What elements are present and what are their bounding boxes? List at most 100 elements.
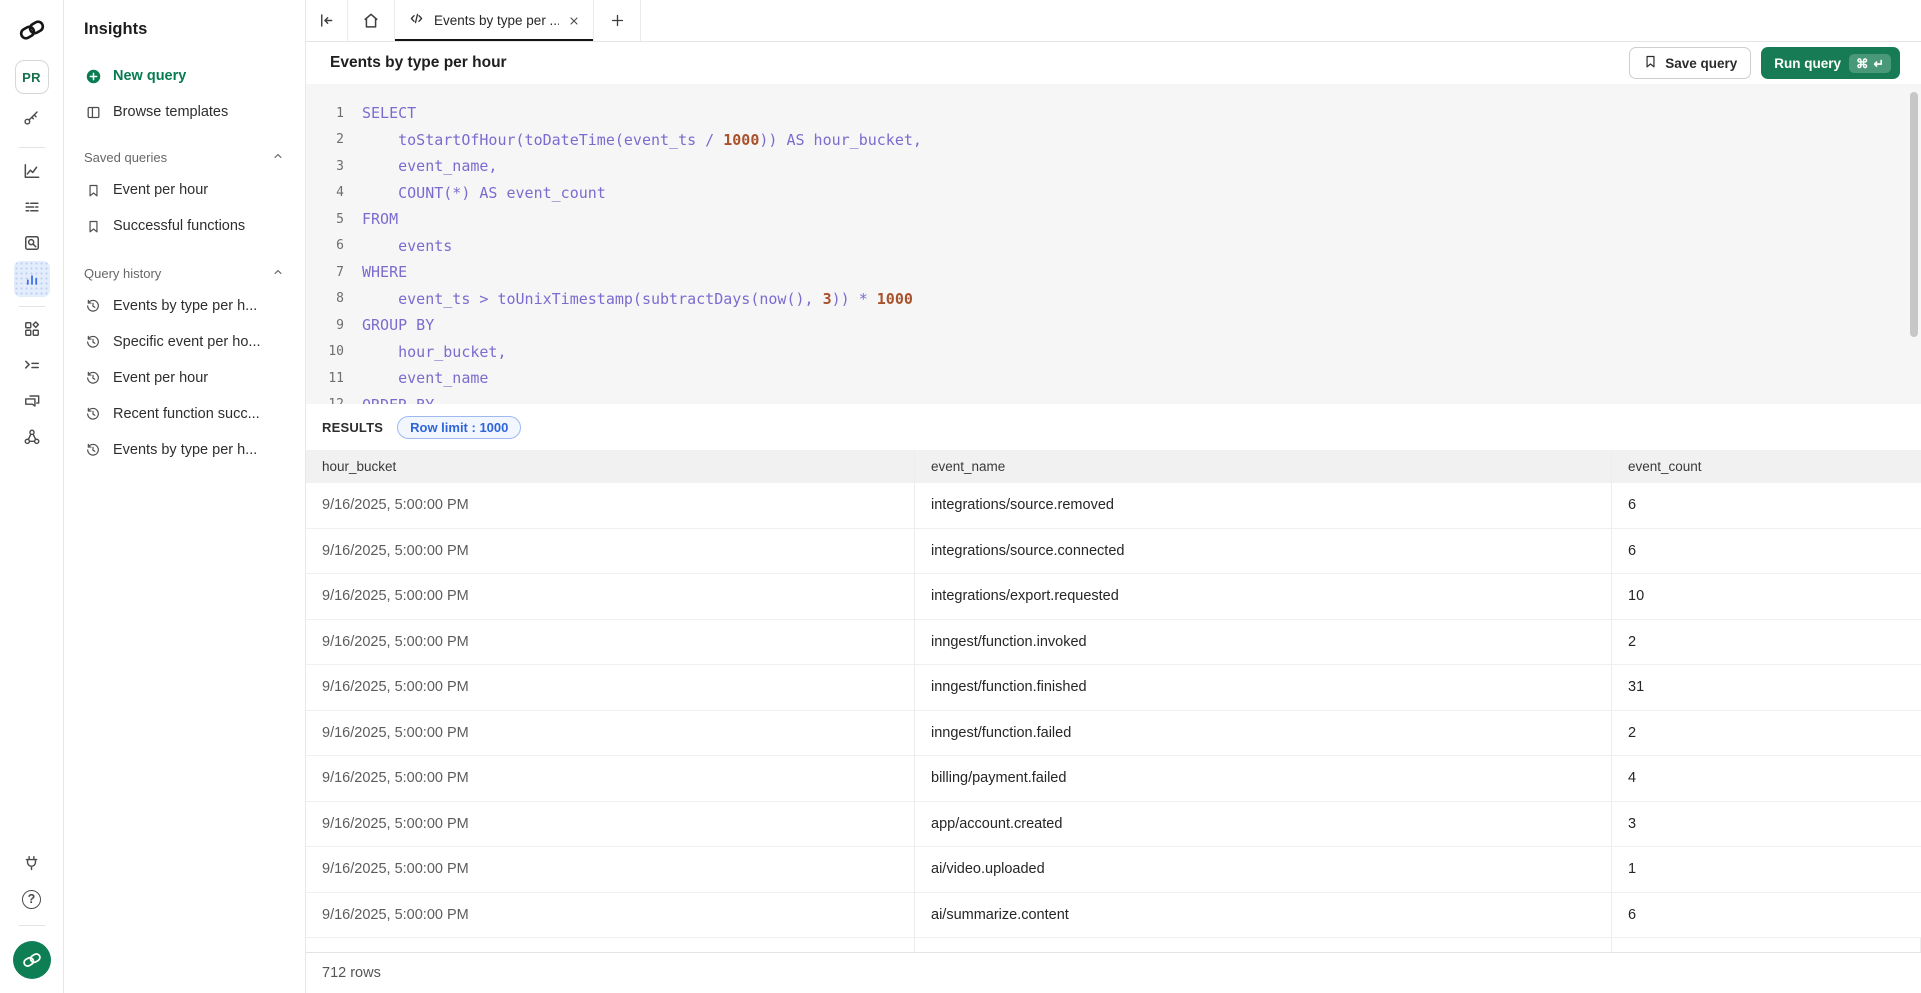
editor-line: 9GROUP BY	[306, 312, 1921, 339]
table-row[interactable]: 9/16/2025, 5:00:00 PMinngest/function.in…	[306, 620, 1921, 666]
cell-event-count: 31	[1612, 665, 1921, 710]
results-label: RESULTS	[322, 420, 383, 435]
tab-label: Events by type per ...	[434, 13, 559, 28]
help-icon[interactable]: ?	[14, 885, 50, 913]
sidebar-item-label: Specific event per ho...	[113, 334, 261, 350]
sidebar-item-label: Events by type per h...	[113, 298, 257, 314]
rail-item-apps[interactable]	[14, 311, 50, 347]
sidebar-item-label: Recent function succ...	[113, 406, 260, 422]
cell-event-name: integrations/source.connected	[915, 529, 1612, 574]
history-icon	[84, 442, 102, 458]
line-number: 8	[306, 291, 344, 306]
code-text: event_ts > toUnixTimestamp(subtractDays(…	[362, 290, 913, 308]
inngest-logo-icon[interactable]	[12, 10, 52, 50]
rail-item-console[interactable]	[14, 347, 50, 383]
sidebar-item-events-by-type-per-h-[interactable]: Events by type per h...	[76, 288, 293, 324]
code-text: COUNT(*) AS event_count	[362, 184, 606, 202]
account-avatar[interactable]	[13, 941, 51, 979]
table-row[interactable]: 9/16/2025, 5:00:00 PMintegrations/export…	[306, 574, 1921, 620]
sidebar-item-successful-functions[interactable]: Successful functions	[76, 208, 293, 244]
icon-rail: PR	[0, 0, 64, 993]
cell-event-count: 1	[1612, 847, 1921, 892]
rail-item-insights[interactable]	[14, 261, 50, 297]
table-row[interactable]: 9/16/2025, 5:00:00 PMbilling/payment.fai…	[306, 756, 1921, 802]
cell-event-count: 6	[1612, 529, 1921, 574]
results-table-body: 9/16/2025, 5:00:00 PMintegrations/source…	[306, 483, 1921, 938]
table-row[interactable]: 9/16/2025, 5:00:00 PMintegrations/source…	[306, 529, 1921, 575]
sidebar-item-recent-function-succ-[interactable]: Recent function succ...	[76, 396, 293, 432]
line-number: 10	[306, 344, 344, 359]
sidebar-action-label: New query	[113, 68, 186, 84]
sidebar-item-events-by-type-per-h-[interactable]: Events by type per h...	[76, 432, 293, 468]
table-row[interactable]: 9/16/2025, 5:00:00 PMintegrations/source…	[306, 483, 1921, 529]
run-query-button[interactable]: Run query ⌘ ↵	[1761, 47, 1900, 79]
rail-item-metrics[interactable]	[14, 153, 50, 189]
editor-line: 3 event_name,	[306, 153, 1921, 180]
column-header-event_count[interactable]: event_count	[1612, 450, 1921, 483]
sidebar-actions: New query Browse templates	[76, 58, 293, 130]
cell-event-count: 2	[1612, 620, 1921, 665]
tab-close-icon[interactable]	[568, 15, 580, 27]
new-tab-button[interactable]	[594, 0, 641, 41]
cell-event-name: billing/payment.failed	[915, 756, 1612, 801]
sidebar-item-event-per-hour[interactable]: Event per hour	[76, 360, 293, 396]
code-icon	[408, 10, 425, 32]
sidebar-action-label: Browse templates	[113, 104, 228, 120]
section-header-saved-queries[interactable]: Saved queries	[76, 142, 293, 172]
run-shortcut-badge: ⌘ ↵	[1849, 54, 1891, 73]
sql-editor[interactable]: 1SELECT2 toStartOfHour(toDateTime(event_…	[306, 84, 1921, 404]
integrations-plug-icon[interactable]	[14, 849, 50, 877]
code-text: ORDER BY	[362, 396, 434, 404]
rail-item-support-chat[interactable]	[14, 383, 50, 419]
code-text: FROM	[362, 210, 398, 228]
code-text: SELECT	[362, 104, 416, 122]
editor-line: 11 event_name	[306, 365, 1921, 392]
table-row[interactable]: 9/16/2025, 5:00:00 PMai/video.uploaded1	[306, 847, 1921, 893]
home-tab-button[interactable]	[348, 0, 395, 41]
line-number: 6	[306, 238, 344, 253]
app-window: PR	[0, 0, 1921, 993]
code-text: toStartOfHour(toDateTime(event_ts / 1000…	[362, 131, 922, 149]
cell-event-name: integrations/source.removed	[915, 483, 1612, 528]
table-row[interactable]: 9/16/2025, 5:00:00 PMinngest/function.fa…	[306, 711, 1921, 757]
rail-divider	[19, 925, 45, 926]
plus-circle-icon	[84, 68, 102, 85]
section-header-query-history[interactable]: Query history	[76, 258, 293, 288]
cell-event-count: 3	[1612, 802, 1921, 847]
collapse-sidebar-button[interactable]	[306, 0, 348, 41]
code-text: GROUP BY	[362, 316, 434, 334]
table-row[interactable]: 9/16/2025, 5:00:00 PMapp/account.created…	[306, 802, 1921, 848]
line-number: 11	[306, 371, 344, 386]
sidebar-action-new-query[interactable]: New query	[76, 58, 293, 94]
cell-event-count: 6	[1612, 893, 1921, 938]
save-query-button[interactable]: Save query	[1629, 47, 1751, 79]
row-limit-badge[interactable]: Row limit : 1000	[397, 416, 521, 439]
code-text: event_name	[362, 369, 488, 387]
tab-events-by-type[interactable]: Events by type per ...	[395, 0, 594, 41]
column-header-hour_bucket[interactable]: hour_bucket	[306, 450, 915, 483]
column-header-event_name[interactable]: event_name	[915, 450, 1612, 483]
table-row[interactable]: 9/16/2025, 5:00:00 PMinngest/function.fi…	[306, 665, 1921, 711]
bookmark-icon	[84, 183, 102, 198]
sidebar-item-label: Events by type per h...	[113, 442, 257, 458]
line-number: 12	[306, 397, 344, 404]
editor-line: 8 event_ts > toUnixTimestamp(subtractDay…	[306, 286, 1921, 313]
sidebar-sections: Saved queriesEvent per hourSuccessful fu…	[76, 142, 293, 468]
rail-item-trace-search[interactable]	[14, 225, 50, 261]
table-row[interactable]: 9/16/2025, 5:00:00 PMai/summarize.conten…	[306, 893, 1921, 939]
workspace-badge[interactable]: PR	[15, 60, 49, 94]
cell-hour-bucket: 9/16/2025, 5:00:00 PM	[306, 574, 915, 619]
rail-divider	[19, 306, 45, 307]
row-count-label: 712 rows	[322, 965, 381, 981]
sidebar-action-browse-templates[interactable]: Browse templates	[76, 94, 293, 130]
sidebar-item-event-per-hour[interactable]: Event per hour	[76, 172, 293, 208]
line-number: 5	[306, 212, 344, 227]
section-label: Saved queries	[84, 150, 167, 165]
sidebar-item-specific-event-per-ho-[interactable]: Specific event per ho...	[76, 324, 293, 360]
editor-scrollbar[interactable]	[1910, 92, 1918, 337]
bookmark-icon	[1643, 54, 1658, 72]
rail-item-workflows[interactable]	[14, 419, 50, 455]
sidebar-title: Insights	[76, 16, 293, 42]
keys-icon[interactable]	[14, 103, 50, 131]
rail-item-event-logs[interactable]	[14, 189, 50, 225]
